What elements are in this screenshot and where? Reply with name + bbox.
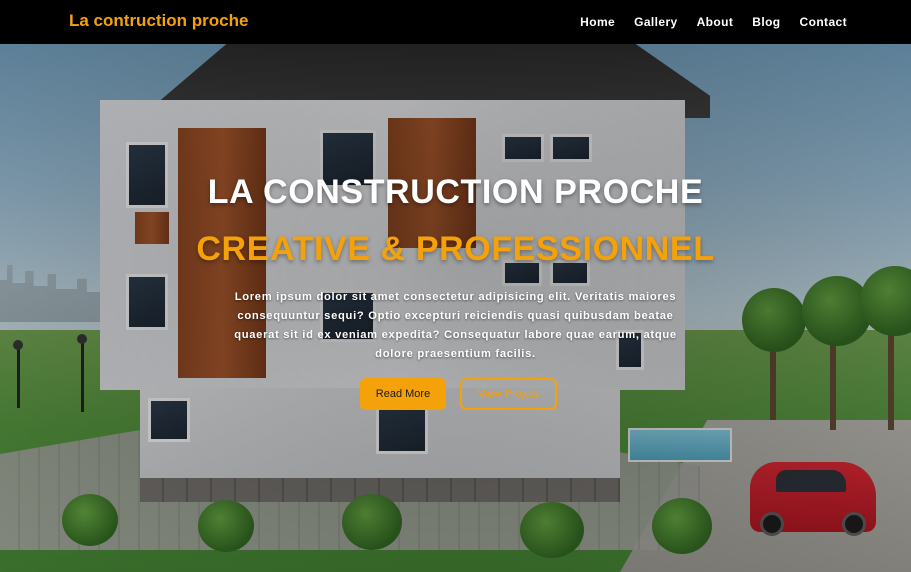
hero-overlay [0, 0, 911, 572]
hero-title: LA CONSTRUCTION PROCHE [207, 173, 704, 211]
hero-background-image [0, 0, 911, 572]
read-more-button[interactable]: Read More [360, 378, 446, 410]
hero-subtitle: CREATIVE & PROFESSIONNEL [196, 230, 715, 268]
hero-description: Lorem ipsum dolor sit amet consectetur a… [234, 291, 677, 360]
navbar: La contruction proche Home Gallery About… [0, 0, 911, 44]
nav-link-contact[interactable]: Contact [800, 15, 847, 29]
view-projects-button[interactable]: View Projets [460, 378, 557, 410]
nav-menu: Home Gallery About Blog Contact [580, 0, 847, 44]
nav-link-about[interactable]: About [697, 15, 734, 29]
brand-logo-text[interactable]: La contruction proche [69, 11, 248, 31]
nav-link-home[interactable]: Home [580, 15, 615, 29]
nav-link-gallery[interactable]: Gallery [634, 15, 678, 29]
nav-link-blog[interactable]: Blog [752, 15, 780, 29]
